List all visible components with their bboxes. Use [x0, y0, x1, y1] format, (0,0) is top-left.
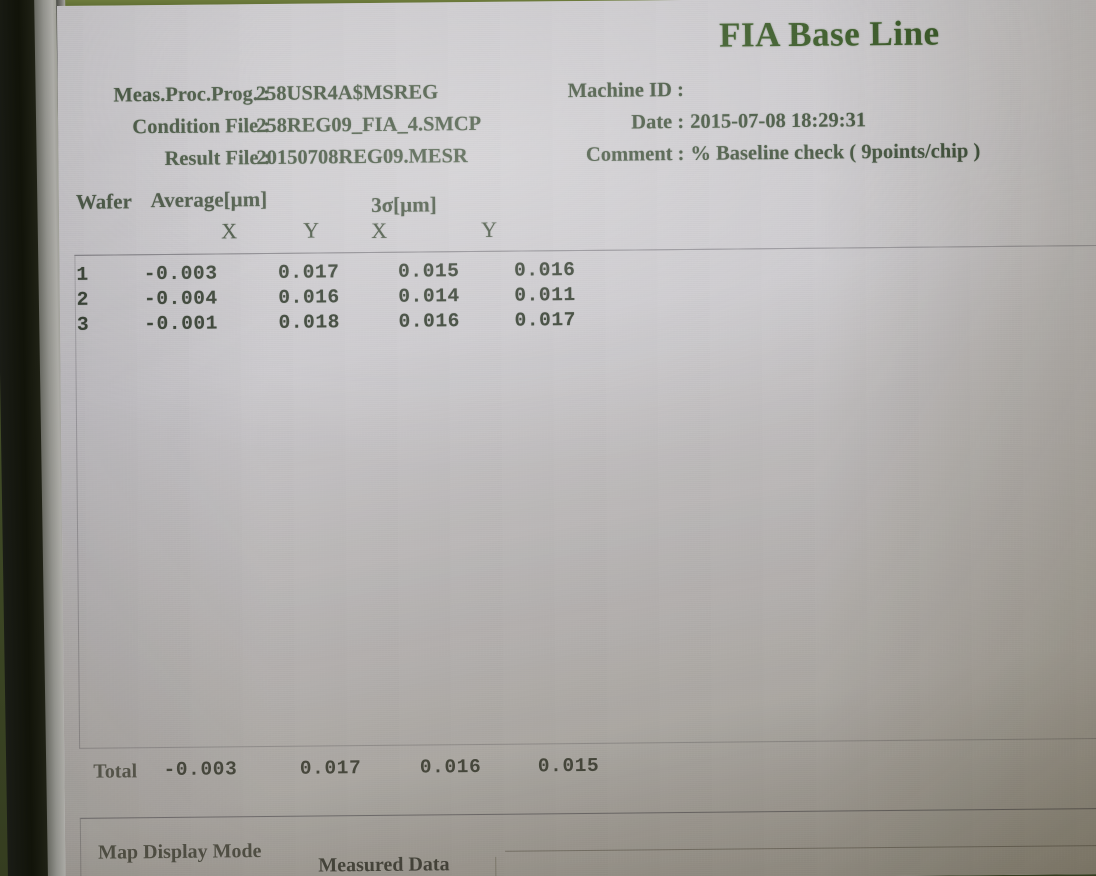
map-display-mode-value[interactable]: Measured Data	[318, 853, 449, 876]
cell-average-x: -0.004	[143, 287, 218, 311]
column-header-average: Average[µm]	[150, 186, 268, 213]
monitor-screen: FIA Base Line Meas.Proc.Prog. : 258USR4A…	[57, 0, 1096, 876]
total-average-x: -0.003	[163, 758, 238, 782]
cell-average-y: 0.016	[278, 286, 340, 309]
result-file-value: 20150708REG09.MESR	[256, 145, 468, 170]
subheader-sigma-y: Y	[481, 216, 498, 242]
report-content: FIA Base Line Meas.Proc.Prog. : 258USR4A…	[57, 0, 1096, 876]
cell-average-x: -0.001	[144, 312, 219, 336]
total-label: Total	[93, 760, 138, 783]
cell-wafer: 3	[76, 313, 90, 336]
condition-file-label: Condition File :	[132, 114, 271, 139]
bottom-field-box	[495, 855, 616, 876]
date-value: 2015-07-08 18:29:31	[690, 109, 867, 133]
cell-sigma-y: 0.017	[514, 309, 577, 332]
cell-wafer: 1	[76, 263, 89, 286]
comment-value: % Baseline check ( 9points/chip )	[690, 140, 981, 165]
result-file-label: Result File :	[164, 146, 271, 170]
cell-average-y: 0.018	[278, 311, 341, 334]
subheader-sigma-x: X	[371, 217, 388, 243]
condition-file-value: 258REG09_FIA_4.SMCP	[256, 112, 482, 138]
total-row: Total -0.003 0.017 0.016 0.015	[79, 752, 719, 788]
cell-wafer: 2	[76, 288, 90, 311]
map-display-mode-label: Map Display Mode	[98, 840, 262, 864]
total-average-y: 0.017	[299, 757, 362, 780]
cell-sigma-x: 0.016	[398, 310, 461, 333]
total-sigma-x: 0.016	[419, 755, 482, 779]
screenshot-root: FIA Base Line Meas.Proc.Prog. : 258USR4A…	[0, 0, 1096, 876]
meas-proc-prog-label: Meas.Proc.Prog. :	[113, 82, 270, 107]
cell-sigma-y: 0.016	[513, 259, 576, 282]
total-sigma-y: 0.015	[537, 754, 600, 778]
cell-average-x: -0.003	[143, 262, 218, 286]
cell-sigma-y: 0.011	[514, 284, 576, 307]
cell-sigma-x: 0.014	[398, 285, 460, 308]
cell-average-y: 0.017	[277, 261, 340, 284]
column-header-sigma: 3σ[µm]	[371, 192, 437, 217]
cell-sigma-x: 0.015	[397, 260, 460, 283]
date-label: Date :	[631, 110, 685, 134]
comment-label: Comment :	[585, 142, 685, 166]
page-title: FIA Base Line	[718, 13, 940, 55]
machine-id-label: Machine ID :	[567, 78, 684, 103]
meas-proc-prog-value: 258USR4A$MSREG	[255, 81, 439, 106]
